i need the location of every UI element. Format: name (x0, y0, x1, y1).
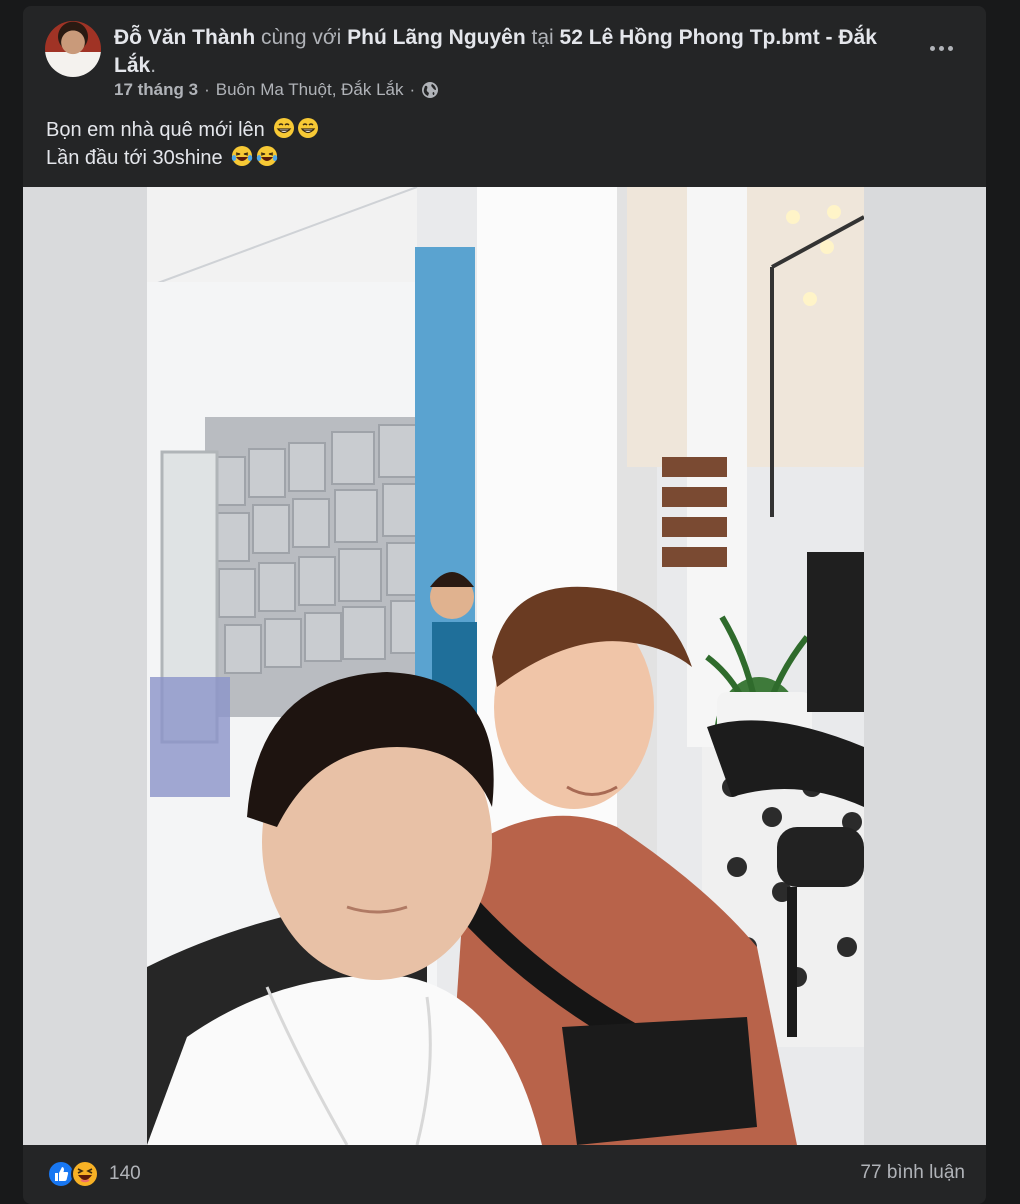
post-text-line-1: Bọn em nhà quê mới lên (46, 116, 319, 144)
with-text: cùng với (261, 26, 342, 49)
comment-count-link[interactable]: 77 bình luận (860, 1162, 965, 1184)
post-meta: 17 tháng 3 · Buôn Ma Thuột, Đắk Lắk · (114, 80, 439, 100)
author-avatar[interactable] (45, 21, 101, 77)
post-text-line-2-text: Lần đầu tới 30shine (46, 147, 223, 169)
post-text-line-1-text: Bọn em nhà quê mới lên (46, 119, 265, 141)
grinning-emoji-icon (274, 118, 319, 138)
at-text: tại (531, 26, 554, 49)
post-text-line-2: Lần đầu tới 30shine (46, 144, 319, 172)
more-dot (938, 45, 944, 51)
globe-icon[interactable] (421, 81, 439, 99)
post-footer: 140 77 bình luận (23, 1145, 986, 1204)
post-place-link[interactable]: Buôn Ma Thuột, Đắk Lắk (216, 80, 404, 100)
author-name-link[interactable]: Đỗ Văn Thành (114, 26, 255, 49)
more-dot (947, 45, 953, 51)
post-text: Bọn em nhà quê mới lên Lần đầu tới 30shi… (46, 116, 319, 172)
post-header: Đỗ Văn Thành cùng với Phú Lãng Nguyên tạ… (114, 24, 894, 80)
meta-separator: · (204, 80, 210, 99)
post-photo[interactable] (147, 187, 864, 1145)
location-end: . (150, 54, 157, 77)
haha-icon (71, 1160, 99, 1188)
post-date-link[interactable]: 17 tháng 3 (114, 80, 198, 100)
reactions-summary[interactable]: 140 (47, 1160, 141, 1188)
meta-separator: · (409, 80, 416, 99)
reaction-count: 140 (109, 1163, 141, 1184)
more-options-button[interactable] (923, 34, 959, 62)
post-photo-container[interactable] (23, 187, 986, 1145)
post-card: Đỗ Văn Thành cùng với Phú Lãng Nguyên tạ… (23, 6, 986, 1204)
more-dot (929, 45, 935, 51)
tagged-friend-link[interactable]: Phú Lãng Nguyên (347, 26, 526, 49)
laughing-emoji-icon (231, 146, 278, 166)
